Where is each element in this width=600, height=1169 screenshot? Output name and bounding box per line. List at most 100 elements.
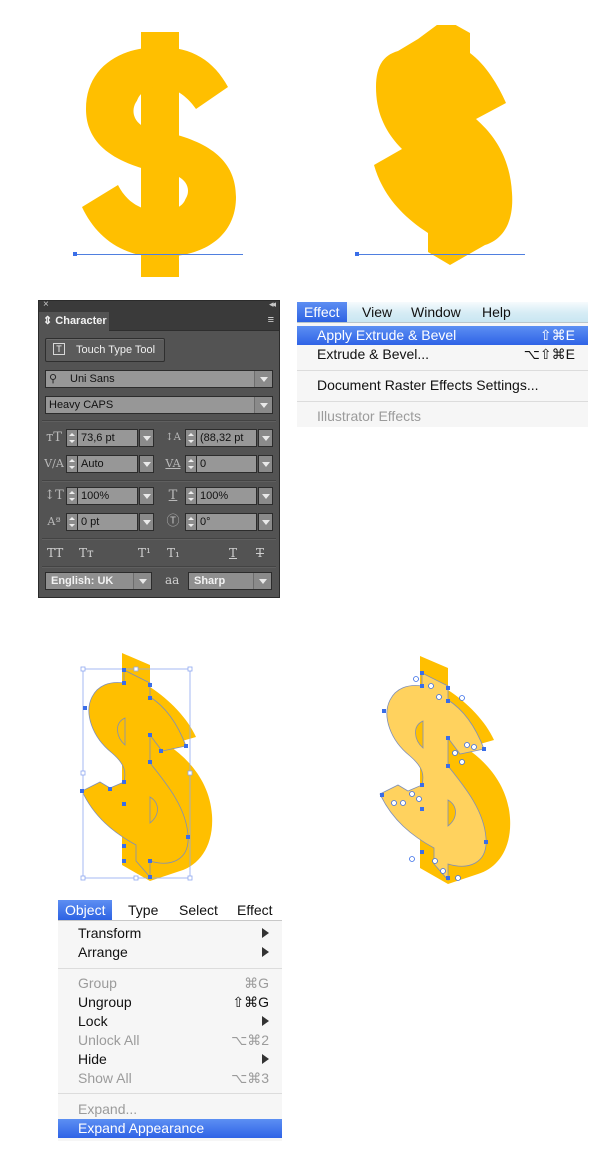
- close-icon[interactable]: ×: [43, 299, 49, 310]
- anchor-point[interactable]: [122, 681, 126, 685]
- anchor-point[interactable]: [420, 684, 424, 688]
- tracking-input[interactable]: 0: [197, 455, 257, 473]
- language-select[interactable]: English: UK: [45, 572, 152, 590]
- menubar-object[interactable]: Object: [58, 900, 113, 920]
- anchor-point[interactable]: [122, 844, 126, 848]
- menubar-window[interactable]: Window: [404, 302, 468, 322]
- anchor-point[interactable]: [420, 850, 424, 854]
- horizontal-scale-input[interactable]: 100%: [197, 487, 257, 505]
- anchor-point[interactable]: [446, 686, 450, 690]
- anchor-point[interactable]: [446, 736, 450, 740]
- rotation-stepper[interactable]: [185, 513, 197, 531]
- anchor-point[interactable]: [380, 793, 384, 797]
- anchor-point[interactable]: [184, 744, 188, 748]
- anchor-point[interactable]: [122, 668, 126, 672]
- anchor-point[interactable]: [148, 696, 152, 700]
- menu-item-expand-appearance[interactable]: Expand Appearance: [58, 1119, 282, 1138]
- menu-item-ungroup[interactable]: Ungroup ⇧⌘G: [58, 993, 282, 1012]
- superscript-button[interactable]: T¹: [138, 546, 151, 560]
- horizontal-scale-stepper[interactable]: [185, 487, 197, 505]
- subscript-button[interactable]: T₁: [167, 546, 180, 560]
- collapse-icon[interactable]: ◂◂: [269, 299, 276, 310]
- menubar-effect[interactable]: Effect: [230, 900, 280, 920]
- anchor-point[interactable]: [382, 709, 386, 713]
- leading-stepper[interactable]: [185, 429, 197, 447]
- menu-item-arrange[interactable]: Arrange: [58, 943, 282, 962]
- menubar-help[interactable]: Help: [475, 302, 518, 322]
- handle[interactable]: [80, 666, 86, 672]
- antialias-select[interactable]: Sharp: [188, 572, 272, 590]
- menubar-effect[interactable]: Effect: [297, 302, 347, 322]
- menu-item-extrude-bevel[interactable]: Extrude & Bevel... ⌥⇧⌘E: [297, 345, 588, 364]
- font-family-select[interactable]: ⚲ Uni Sans: [45, 370, 273, 388]
- touch-type-tool-button[interactable]: T Touch Type Tool: [45, 338, 165, 362]
- baseline-anchor[interactable]: [73, 252, 77, 256]
- handle[interactable]: [187, 770, 193, 776]
- horizontal-scale-dropdown[interactable]: [258, 487, 273, 505]
- vertical-scale-stepper[interactable]: [66, 487, 78, 505]
- font-style-select[interactable]: Heavy CAPS: [45, 396, 273, 414]
- menu-item-lock[interactable]: Lock: [58, 1012, 282, 1031]
- handle[interactable]: [187, 666, 193, 672]
- anchor-point[interactable]: [148, 875, 152, 879]
- anchor-point[interactable]: [83, 706, 87, 710]
- menu-item-transform[interactable]: Transform: [58, 924, 282, 943]
- small-caps-button[interactable]: Tт: [79, 546, 94, 560]
- anchor-point[interactable]: [159, 749, 163, 753]
- anchor-point[interactable]: [446, 876, 450, 880]
- rotation-dropdown[interactable]: [258, 513, 273, 531]
- menu-item-apply-extrude-bevel[interactable]: Apply Extrude & Bevel ⇧⌘E: [297, 326, 588, 345]
- vertical-scale-input[interactable]: 100%: [78, 487, 138, 505]
- font-size-stepper[interactable]: [66, 429, 78, 447]
- kerning-stepper[interactable]: [66, 455, 78, 473]
- panel-menu-icon[interactable]: ≡: [268, 314, 274, 326]
- anchor-point[interactable]: [122, 859, 126, 863]
- anchor-point[interactable]: [148, 683, 152, 687]
- menu-item-unlock-all[interactable]: Unlock All ⌥⌘2: [58, 1031, 282, 1050]
- baseline-shift-dropdown[interactable]: [139, 513, 154, 531]
- baseline-anchor-2[interactable]: [355, 252, 359, 256]
- anchor-point[interactable]: [186, 835, 190, 839]
- leading-dropdown[interactable]: [258, 429, 273, 447]
- kerning-input[interactable]: Auto: [78, 455, 138, 473]
- tab-character[interactable]: ⇕ Character: [39, 312, 109, 331]
- anchor-point[interactable]: [420, 671, 424, 675]
- anchor-point[interactable]: [484, 840, 488, 844]
- tracking-dropdown[interactable]: [258, 455, 273, 473]
- menubar-view[interactable]: View: [355, 302, 399, 322]
- anchor-point[interactable]: [80, 789, 84, 793]
- anchor-point[interactable]: [446, 699, 450, 703]
- all-caps-button[interactable]: TT: [47, 546, 63, 560]
- menu-item-document-raster-effects[interactable]: Document Raster Effects Settings...: [297, 376, 588, 395]
- anchor-point[interactable]: [420, 807, 424, 811]
- anchor-point[interactable]: [148, 760, 152, 764]
- menu-item-expand[interactable]: Expand...: [58, 1100, 282, 1119]
- anchor-point[interactable]: [446, 764, 450, 768]
- anchor-point[interactable]: [420, 783, 424, 787]
- handle[interactable]: [133, 875, 139, 881]
- vertical-scale-dropdown[interactable]: [139, 487, 154, 505]
- strikethrough-button[interactable]: T: [256, 546, 264, 560]
- underline-button[interactable]: T: [229, 546, 237, 560]
- anchor-point[interactable]: [122, 802, 126, 806]
- font-size-input[interactable]: 73,6 pt: [78, 429, 138, 447]
- baseline-shift-stepper[interactable]: [66, 513, 78, 531]
- rotation-input[interactable]: 0°: [197, 513, 257, 531]
- menubar-select[interactable]: Select: [172, 900, 225, 920]
- handle[interactable]: [187, 875, 193, 881]
- kerning-dropdown[interactable]: [139, 455, 154, 473]
- font-size-dropdown[interactable]: [139, 429, 154, 447]
- menu-item-group[interactable]: Group ⌘G: [58, 974, 282, 993]
- anchor-point[interactable]: [482, 747, 486, 751]
- menu-item-show-all[interactable]: Show All ⌥⌘3: [58, 1069, 282, 1088]
- menubar-type[interactable]: Type: [121, 900, 165, 920]
- handle[interactable]: [80, 770, 86, 776]
- leading-input[interactable]: (88,32 pt: [197, 429, 257, 447]
- anchor-point[interactable]: [148, 733, 152, 737]
- tracking-stepper[interactable]: [185, 455, 197, 473]
- anchor-point[interactable]: [108, 787, 112, 791]
- baseline-shift-input[interactable]: 0 pt: [78, 513, 138, 531]
- anchor-point[interactable]: [148, 859, 152, 863]
- handle[interactable]: [80, 875, 86, 881]
- anchor-point[interactable]: [122, 780, 126, 784]
